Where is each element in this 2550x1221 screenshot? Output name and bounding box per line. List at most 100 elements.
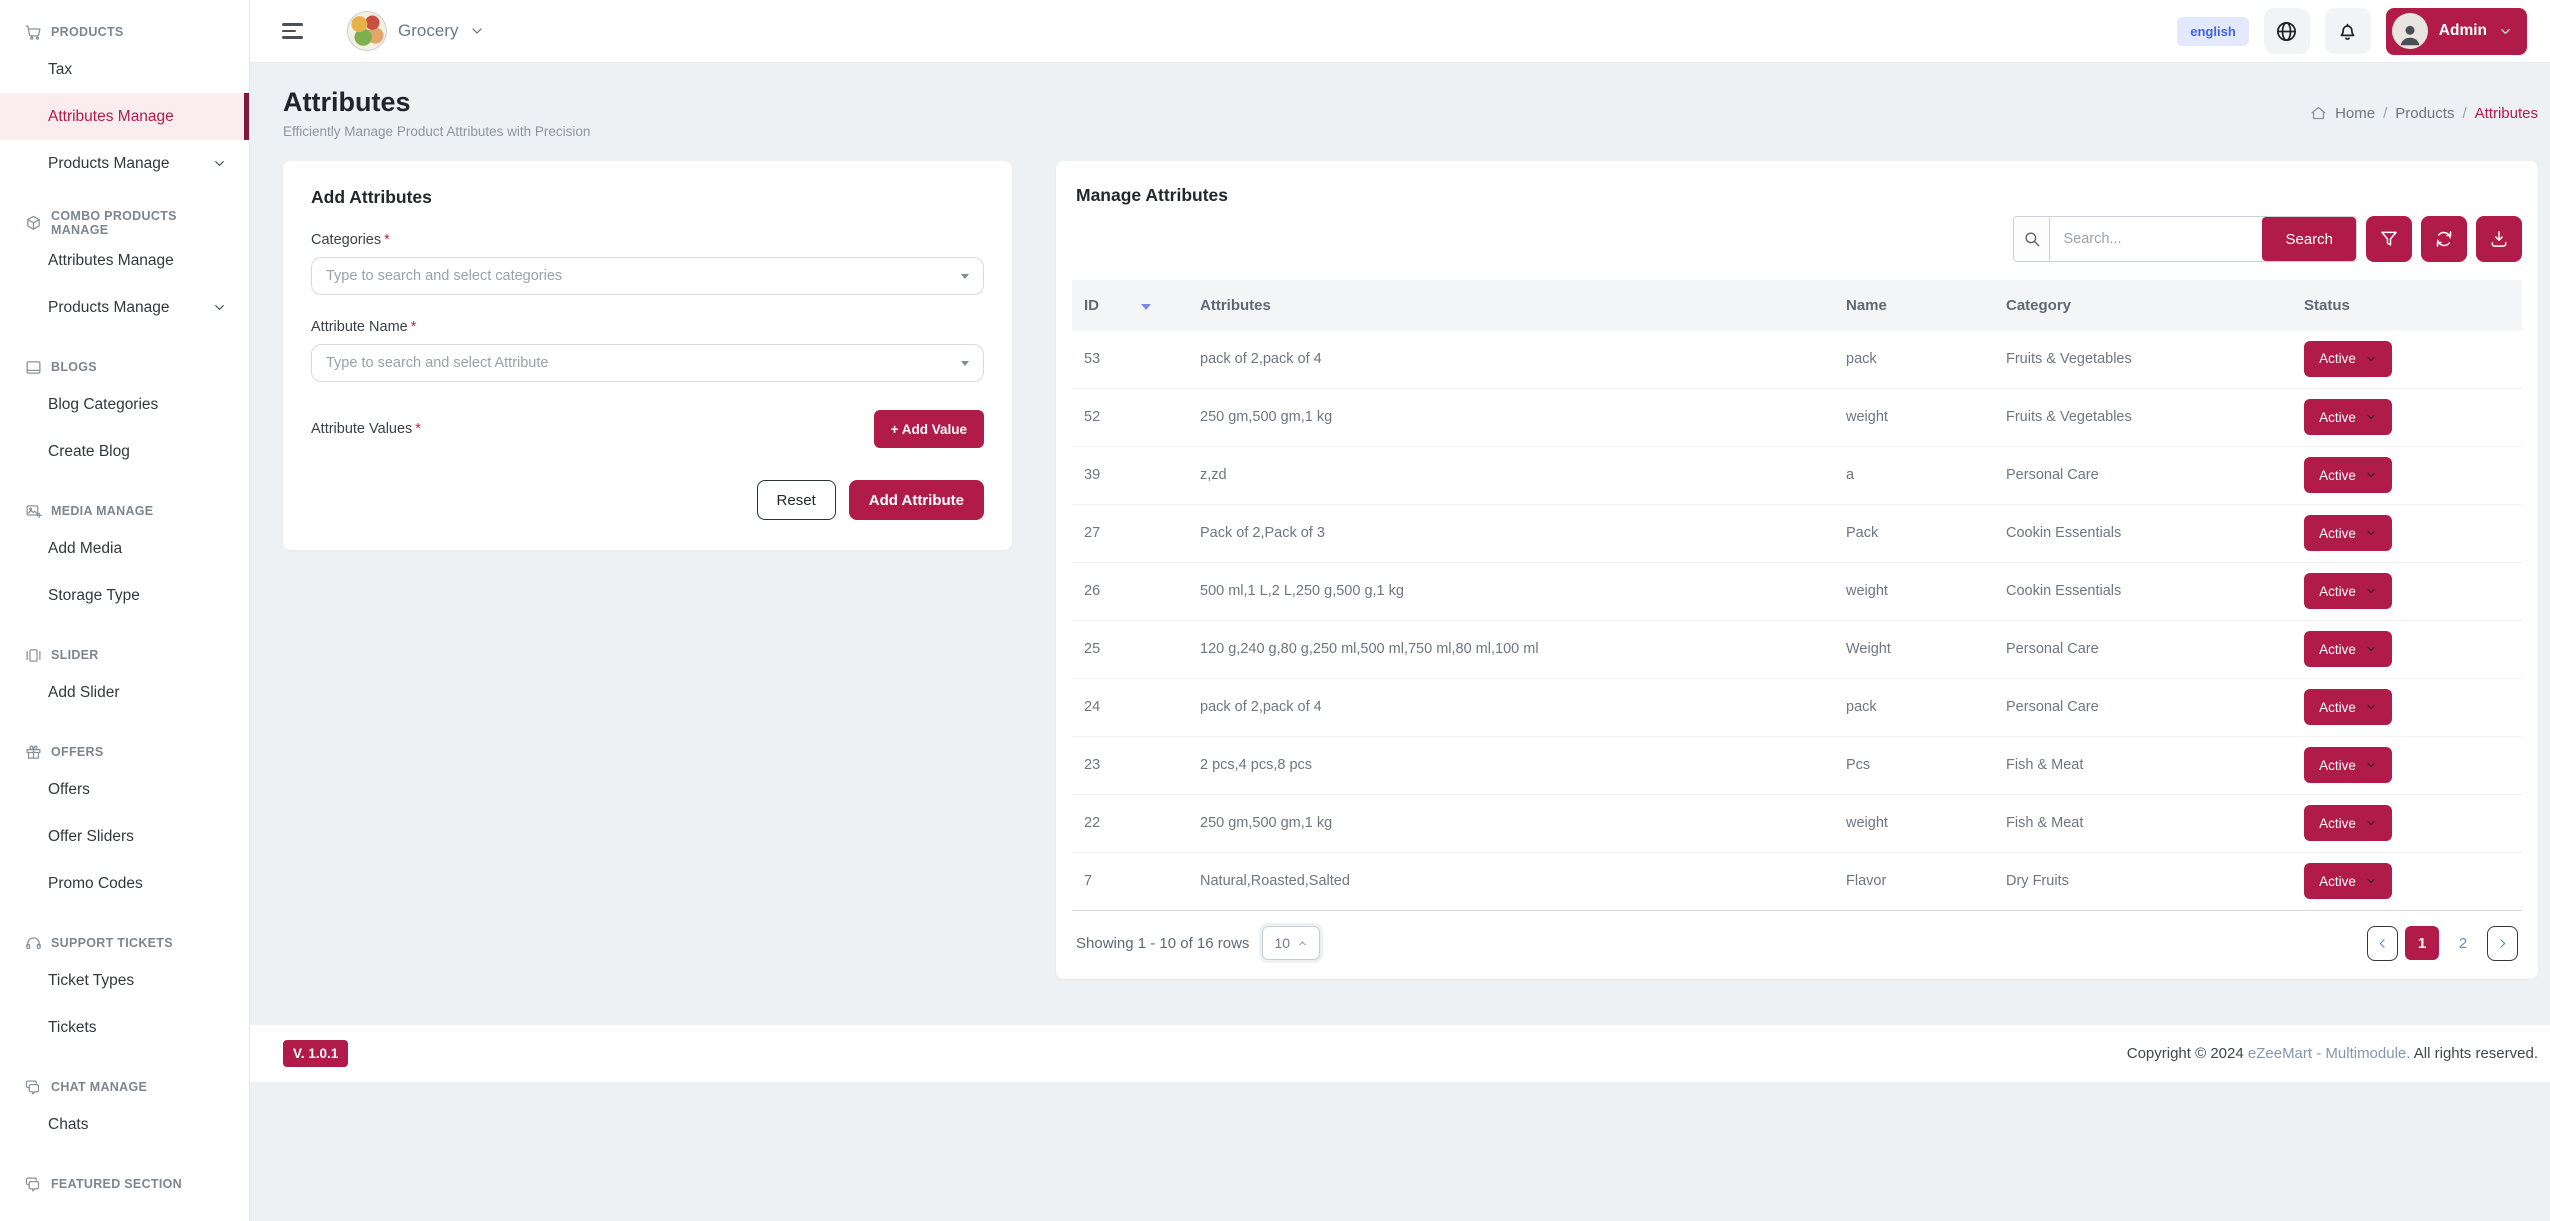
sidebar-section-header: SLIDER xyxy=(0,641,249,669)
sidebar-item-chats[interactable]: Chats xyxy=(0,1101,249,1148)
sidebar-item-add-media[interactable]: Add Media xyxy=(0,525,249,572)
next-page-button[interactable] xyxy=(2487,926,2518,961)
table-row: 52250 gm,500 gm,1 kgweightFruits & Veget… xyxy=(1072,388,2522,446)
language-globe-button[interactable] xyxy=(2264,8,2310,54)
header-name[interactable]: Name xyxy=(1834,280,1994,330)
sidebar-item-offer-sliders[interactable]: Offer Sliders xyxy=(0,813,249,860)
status-dropdown[interactable]: Active xyxy=(2304,689,2392,725)
refresh-button[interactable] xyxy=(2421,216,2467,262)
cell-attributes: Natural,Roasted,Salted xyxy=(1188,852,1834,910)
sidebar-toggle-button[interactable] xyxy=(278,19,307,43)
header-category[interactable]: Category xyxy=(1994,280,2292,330)
chevron-right-icon xyxy=(2496,937,2509,950)
reset-button[interactable]: Reset xyxy=(757,480,836,520)
sidebar-item-offers[interactable]: Offers xyxy=(0,766,249,813)
status-dropdown[interactable]: Active xyxy=(2304,399,2392,435)
pagination: 12 xyxy=(2367,926,2518,961)
sidebar-item-attributes-manage[interactable]: Attributes Manage xyxy=(0,93,249,140)
status-dropdown[interactable]: Active xyxy=(2304,863,2392,899)
add-attribute-button[interactable]: Add Attribute xyxy=(849,480,984,520)
breadcrumb-products[interactable]: Products xyxy=(2383,105,2454,122)
sidebar-item-promo-codes[interactable]: Promo Codes xyxy=(0,860,249,907)
search-button[interactable]: Search xyxy=(2262,217,2356,261)
required-marker: * xyxy=(384,232,390,248)
chevron-down-icon xyxy=(2365,643,2377,655)
cell-attributes: 120 g,240 g,80 g,250 ml,500 ml,750 ml,80… xyxy=(1188,620,1834,678)
store-switcher[interactable]: Grocery xyxy=(347,11,485,51)
sidebar-section-support-tickets: SUPPORT TICKETSTicket TypesTickets xyxy=(0,929,249,1051)
admin-menu-button[interactable]: Admin xyxy=(2386,8,2527,55)
attribute-name-select[interactable]: Type to search and select Attribute xyxy=(311,344,984,382)
categories-label: Categories* xyxy=(311,232,984,248)
search-input[interactable] xyxy=(2050,217,2262,261)
cell-category: Cookin Essentials xyxy=(1994,562,2292,620)
breadcrumb-home[interactable]: Home xyxy=(2335,105,2375,122)
cell-attributes: 250 gm,500 gm,1 kg xyxy=(1188,794,1834,852)
attribute-name-placeholder: Type to search and select Attribute xyxy=(326,355,548,371)
chevron-down-icon xyxy=(2365,817,2377,829)
cell-category: Fruits & Vegetables xyxy=(1994,388,2292,446)
sidebar-section-header: FEATURED SECTION xyxy=(0,1170,249,1198)
required-marker: * xyxy=(411,319,417,335)
header-id[interactable]: ID xyxy=(1072,280,1188,330)
sort-desc-icon xyxy=(1141,304,1151,310)
chat-icon xyxy=(25,1176,42,1193)
sidebar-item-add-slider[interactable]: Add Slider xyxy=(0,669,249,716)
prev-page-button[interactable] xyxy=(2367,926,2398,961)
categories-select[interactable]: Type to search and select categories xyxy=(311,257,984,295)
chevron-down-icon xyxy=(2365,353,2377,365)
chevron-down-icon xyxy=(212,300,227,315)
sidebar-item-tax[interactable]: Tax xyxy=(0,46,249,93)
sidebar-item-tickets[interactable]: Tickets xyxy=(0,1004,249,1051)
sidebar-item-attributes-manage[interactable]: Attributes Manage xyxy=(0,237,249,284)
cell-category: Personal Care xyxy=(1994,678,2292,736)
cell-id: 52 xyxy=(1072,388,1188,446)
store-name: Grocery xyxy=(398,21,458,41)
status-dropdown[interactable]: Active xyxy=(2304,747,2392,783)
sidebar-item-storage-type[interactable]: Storage Type xyxy=(0,572,249,619)
topbar-right: english Admin xyxy=(2177,8,2527,55)
sidebar-section-products: PRODUCTSTaxAttributes ManageProducts Man… xyxy=(0,18,249,187)
cell-attributes: 250 gm,500 gm,1 kg xyxy=(1188,388,1834,446)
language-badge[interactable]: english xyxy=(2177,17,2249,46)
notifications-button[interactable] xyxy=(2325,8,2371,54)
page-content: Attributes Efficiently Manage Product At… xyxy=(250,63,2550,979)
chevron-down-icon xyxy=(2498,24,2513,39)
page-button-2[interactable]: 2 xyxy=(2446,926,2480,960)
status-dropdown[interactable]: Active xyxy=(2304,631,2392,667)
status-dropdown[interactable]: Active xyxy=(2304,805,2392,841)
export-button[interactable] xyxy=(2476,216,2522,262)
status-dropdown[interactable]: Active xyxy=(2304,573,2392,609)
table-row: 24pack of 2,pack of 4packPersonal CareAc… xyxy=(1072,678,2522,736)
add-value-button[interactable]: + Add Value xyxy=(874,410,984,448)
status-dropdown[interactable]: Active xyxy=(2304,515,2392,551)
cell-id: 53 xyxy=(1072,330,1188,388)
attribute-values-label: Attribute Values* xyxy=(311,421,421,437)
filter-button[interactable] xyxy=(2366,216,2412,262)
store-logo xyxy=(347,11,387,51)
cell-attributes: 500 ml,1 L,2 L,250 g,500 g,1 kg xyxy=(1188,562,1834,620)
footer: V. 1.0.1 Copyright © 2024 eZeeMart - Mul… xyxy=(250,1025,2550,1082)
header-status[interactable]: Status xyxy=(2292,280,2522,330)
cell-id: 39 xyxy=(1072,446,1188,504)
copyright-link[interactable]: eZeeMart - Multimodule. xyxy=(2248,1045,2411,1062)
sidebar-item-blog-categories[interactable]: Blog Categories xyxy=(0,381,249,428)
page-size-dropdown[interactable]: 10 xyxy=(1262,926,1320,960)
page-button-1[interactable]: 1 xyxy=(2405,926,2439,960)
status-dropdown[interactable]: Active xyxy=(2304,457,2392,493)
table-row: 22250 gm,500 gm,1 kgweightFish & MeatAct… xyxy=(1072,794,2522,852)
table-header-row: ID Attributes Name Category Status xyxy=(1072,280,2522,330)
header-attributes[interactable]: Attributes xyxy=(1188,280,1834,330)
manage-header: Manage Attributes xyxy=(1072,185,2522,206)
sidebar-item-create-blog[interactable]: Create Blog xyxy=(0,428,249,475)
status-dropdown[interactable]: Active xyxy=(2304,341,2392,377)
copyright: Copyright © 2024 eZeeMart - Multimodule.… xyxy=(2127,1045,2538,1062)
sidebar-item-products-manage[interactable]: Products Manage xyxy=(0,140,249,187)
form-actions: Reset Add Attribute xyxy=(311,480,984,520)
sidebar-item-products-manage[interactable]: Products Manage xyxy=(0,284,249,331)
cell-category: Personal Care xyxy=(1994,446,2292,504)
sidebar-item-ticket-types[interactable]: Ticket Types xyxy=(0,957,249,1004)
home-icon xyxy=(2310,105,2327,122)
cell-name: Pack xyxy=(1834,504,1994,562)
cell-name: a xyxy=(1834,446,1994,504)
